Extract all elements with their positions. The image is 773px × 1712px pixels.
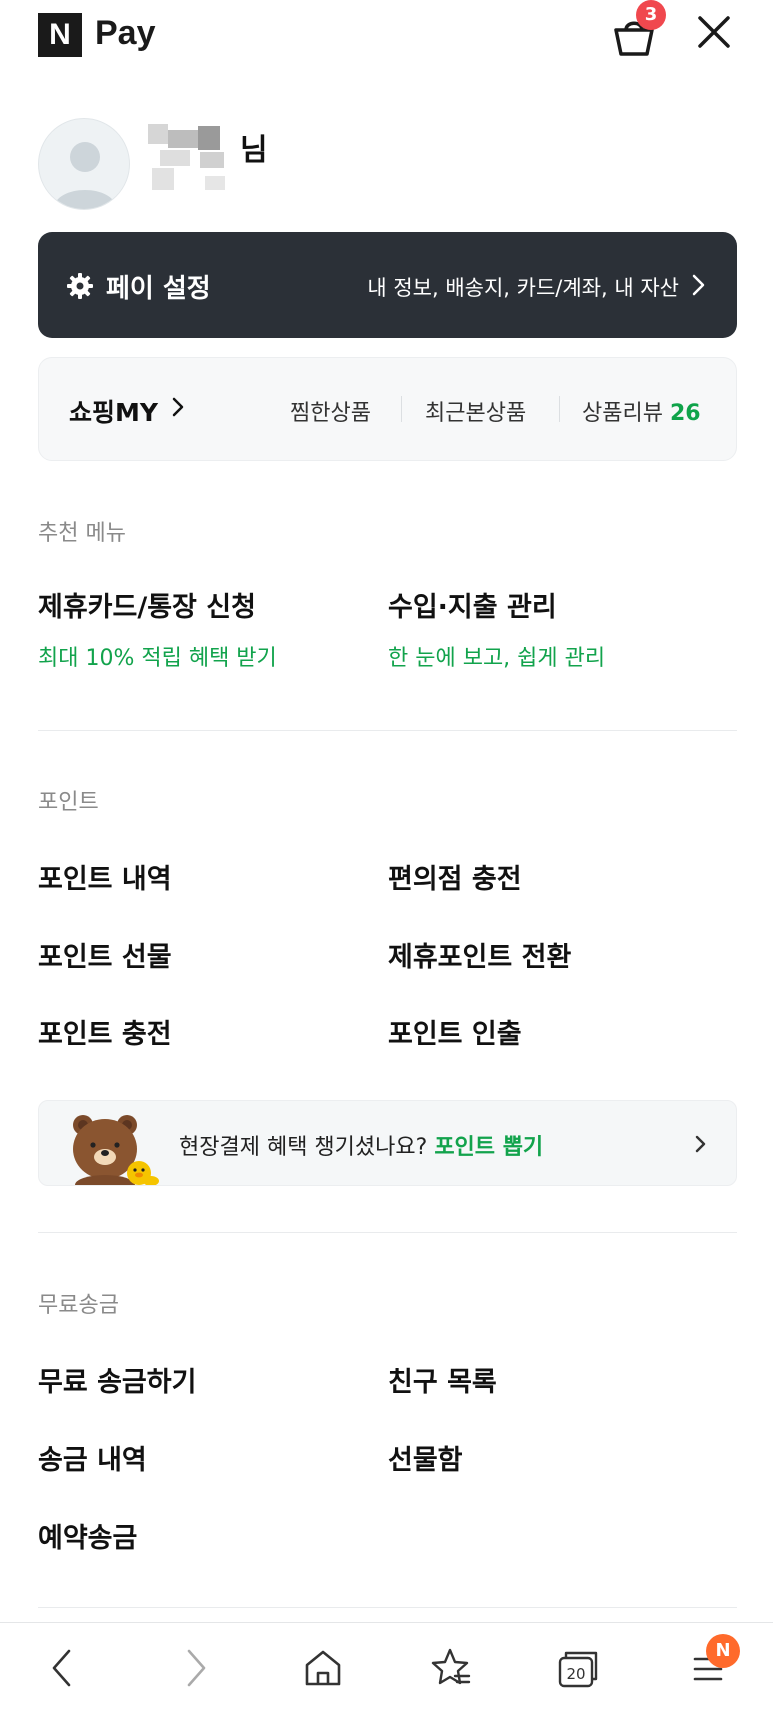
- tabs-icon[interactable]: 20: [553, 1643, 603, 1693]
- shopping-my-link[interactable]: 쇼핑MY: [69, 393, 158, 429]
- scheduled-transfer[interactable]: 예약송금: [38, 1516, 137, 1555]
- close-icon[interactable]: [696, 14, 732, 50]
- banner-message: 현장결제 혜택 챙기셨나요?: [179, 1135, 428, 1160]
- divider: [559, 396, 560, 422]
- partner-card-apply-subtitle[interactable]: 최대 10% 적립 혜택 받기: [38, 640, 277, 672]
- brown-bear-mascot-icon: [69, 1109, 169, 1185]
- pay-settings-title: 페이 설정: [106, 274, 211, 304]
- recently-viewed-link[interactable]: 최근본상품: [425, 395, 526, 427]
- points-history[interactable]: 포인트 내역: [38, 857, 172, 896]
- points-draw-link[interactable]: 포인트 뽑기: [434, 1135, 543, 1160]
- chevron-right-icon: [694, 1133, 708, 1155]
- points-section-label: 포인트: [38, 790, 99, 815]
- avatar[interactable]: [38, 118, 130, 210]
- recommended-section-label: 추천 메뉴: [38, 521, 126, 546]
- shopping-my-panel: 쇼핑MY 찜한상품 최근본상품 상품리뷰 26: [38, 357, 737, 461]
- product-review-link[interactable]: 상품리뷰 26: [582, 395, 701, 427]
- forward-arrow-icon[interactable]: [170, 1643, 220, 1693]
- wishlist-link[interactable]: 찜한상품: [290, 395, 371, 427]
- points-charge[interactable]: 포인트 충전: [38, 1012, 172, 1051]
- points-draw-banner[interactable]: 현장결제 혜택 챙기셨나요? 포인트 뽑기: [38, 1100, 737, 1186]
- gear-icon: [66, 272, 94, 300]
- tab-count: 20: [566, 1665, 585, 1683]
- transfer-history[interactable]: 송금 내역: [38, 1438, 147, 1477]
- pay-settings-button[interactable]: 페이 설정 내 정보, 배송지, 카드/계좌, 내 자산: [38, 232, 737, 338]
- divider: [401, 396, 402, 422]
- chevron-right-icon: [689, 272, 709, 298]
- transfer-section-label: 무료송금: [38, 1293, 119, 1318]
- pay-settings-links: 내 정보, 배송지, 카드/계좌, 내 자산: [367, 276, 679, 300]
- header: N Pay 3: [0, 0, 773, 68]
- partner-points-convert[interactable]: 제휴포인트 전환: [388, 935, 571, 974]
- income-expense-manage-subtitle[interactable]: 한 눈에 보고, 쉽게 관리: [388, 640, 605, 672]
- section-divider: [38, 1607, 737, 1608]
- convenience-store-charge[interactable]: 편의점 충전: [388, 857, 522, 896]
- free-transfer[interactable]: 무료 송금하기: [38, 1360, 196, 1399]
- product-review-count: 26: [669, 401, 701, 426]
- pay-logo-text: Pay: [95, 14, 156, 52]
- points-withdraw[interactable]: 포인트 인출: [388, 1012, 522, 1051]
- product-review-label: 상품리뷰: [582, 401, 663, 426]
- section-divider: [38, 730, 737, 731]
- points-gift[interactable]: 포인트 선물: [38, 935, 172, 974]
- browser-bottom-nav: 20: [0, 1622, 773, 1712]
- income-expense-manage[interactable]: 수입·지출 관리: [388, 585, 557, 624]
- banner-text: 현장결제 혜택 챙기셨나요? 포인트 뽑기: [179, 1129, 543, 1161]
- menu-new-badge: N: [706, 1634, 740, 1668]
- chevron-right-icon: [169, 394, 187, 420]
- cart-count-badge: 3: [636, 0, 666, 30]
- bookmark-star-icon[interactable]: [425, 1643, 475, 1693]
- user-name-suffix: 님: [240, 133, 268, 168]
- section-divider: [38, 1232, 737, 1233]
- back-arrow-icon[interactable]: [38, 1643, 88, 1693]
- partner-card-apply[interactable]: 제휴카드/통장 신청: [38, 585, 256, 624]
- home-icon[interactable]: [298, 1643, 348, 1693]
- gift-box[interactable]: 선물함: [388, 1438, 463, 1477]
- friend-list[interactable]: 친구 목록: [388, 1360, 497, 1399]
- naver-logo: N: [38, 13, 82, 57]
